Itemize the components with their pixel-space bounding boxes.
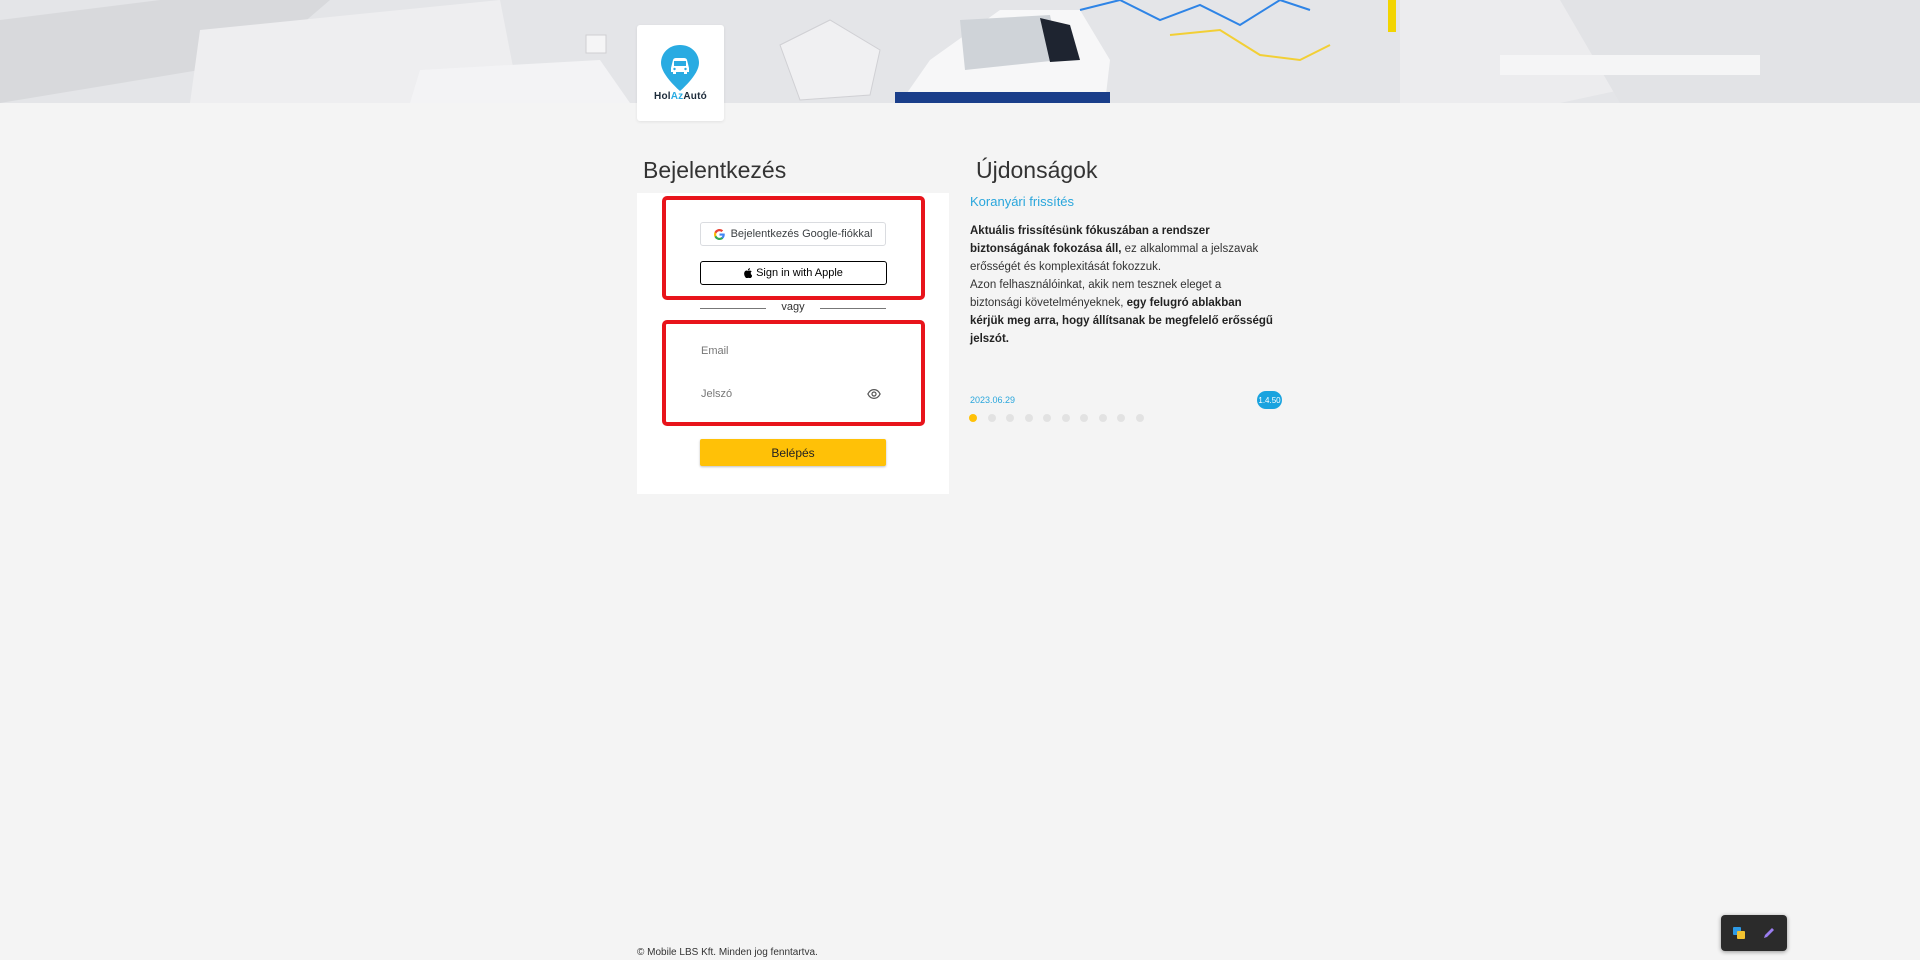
translate-icon <box>1733 927 1745 939</box>
news-item-body: Aktuális frissítésünk fókuszában a rends… <box>970 222 1275 348</box>
carousel-dot[interactable] <box>1061 414 1070 422</box>
carousel-dot[interactable] <box>987 414 996 422</box>
apple-login-label: Sign in with Apple <box>756 267 843 279</box>
password-field[interactable] <box>700 381 886 407</box>
login-submit-button[interactable]: Belépés <box>700 439 886 466</box>
highlight-credentials <box>662 320 925 426</box>
translate-button[interactable] <box>1727 921 1751 945</box>
pen-button[interactable] <box>1757 921 1781 945</box>
google-g-icon <box>713 228 725 240</box>
carousel-dot[interactable] <box>1043 414 1051 422</box>
news-title: Újdonságok <box>976 157 1098 183</box>
news-item-title: Koranyári frissítés <box>970 194 1075 209</box>
email-field[interactable] <box>700 338 886 364</box>
divider-line-right <box>820 308 886 309</box>
divider-text: vagy <box>781 301 805 313</box>
logo-text: HolAzAutó <box>654 91 707 102</box>
carousel-dots <box>969 414 1144 422</box>
carousel-dot[interactable] <box>1135 414 1144 422</box>
apple-icon <box>744 268 753 278</box>
carousel-dot[interactable] <box>1006 414 1014 422</box>
news-date: 2023.06.29 <box>970 395 1016 405</box>
google-login-label: Bejelentkezés Google-fiókkal <box>730 228 873 240</box>
carousel-dot[interactable] <box>1098 414 1107 422</box>
carousel-dot[interactable] <box>1080 414 1088 422</box>
google-login-button[interactable]: Bejelentkezés Google-fiókkal <box>700 222 886 246</box>
eye-icon[interactable] <box>867 388 881 400</box>
carousel-dot[interactable] <box>969 414 977 422</box>
apple-login-button[interactable]: Sign in with Apple <box>700 261 887 285</box>
login-title: Bejelentkezés <box>643 157 787 183</box>
carousel-dot[interactable] <box>1024 414 1033 422</box>
version-badge: 1.4.50 <box>1257 391 1282 409</box>
footer-copyright: © Mobile LBS Kft. Minden jog fenntartva. <box>637 947 818 958</box>
floating-toolbar <box>1721 915 1787 951</box>
carousel-dot[interactable] <box>1117 414 1125 422</box>
logo-card[interactable]: HolAzAutó <box>637 25 724 121</box>
car-pin-icon <box>661 45 699 91</box>
or-divider: vagy <box>700 301 886 315</box>
hero-banner <box>0 0 1920 103</box>
pen-icon <box>1764 928 1774 938</box>
